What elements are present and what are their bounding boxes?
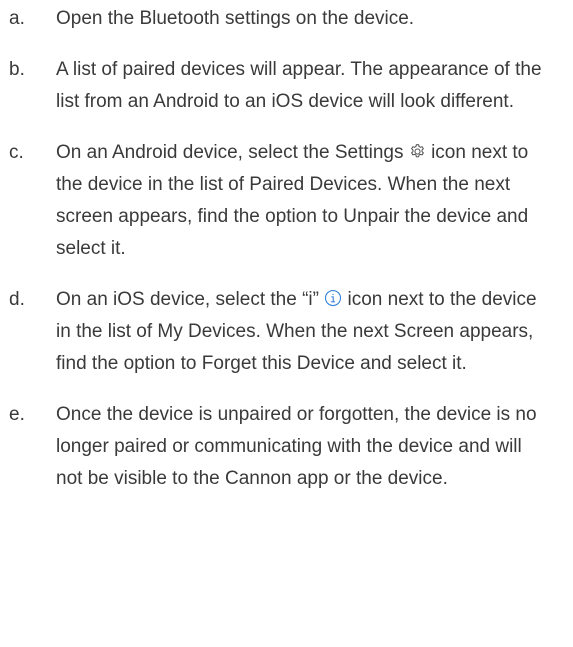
step-marker: b. [9,59,25,80]
step-text: A list of paired devices will appear. Th… [56,59,542,112]
step-marker: d. [9,289,25,310]
step-e: e. Once the device is unpaired or forgot… [0,399,573,495]
step-text: Open the Bluetooth settings on the devic… [56,8,415,29]
step-b: b. A list of paired devices will appear.… [0,54,573,118]
step-a: a. Open the Bluetooth settings on the de… [0,0,573,35]
step-c: c. On an Android device, select the Sett… [0,137,573,265]
settings-gear-icon [409,143,426,160]
step-marker: a. [9,8,25,29]
instruction-steps-list: a. Open the Bluetooth settings on the de… [0,0,573,495]
step-d: d. On an iOS device, select the “i” icon… [0,284,573,380]
info-circle-icon [324,289,342,307]
step-marker: c. [9,142,24,163]
step-marker: e. [9,404,25,425]
step-text: Once the device is unpaired or forgotten… [56,404,537,489]
step-text-before-icon: On an Android device, select the Setting… [56,142,404,163]
step-text-before-icon: On an iOS device, select the “i” [56,289,319,310]
